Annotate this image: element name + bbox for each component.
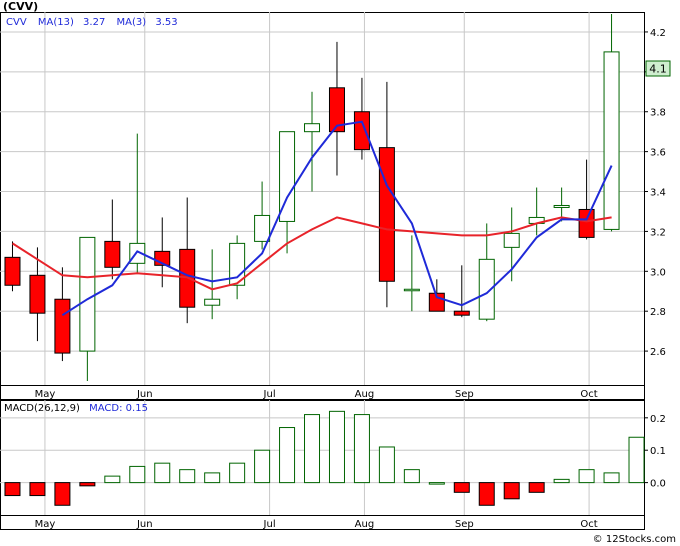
candle-body-up [79, 236, 96, 352]
price-x-tick-label: Jul [263, 389, 276, 400]
macd-bar-positive [179, 469, 196, 484]
price-y-tick-label: 4.2 [650, 28, 666, 39]
legend-ma3-label: MA(3) [117, 17, 147, 28]
macd-bar-positive [603, 472, 620, 484]
legend-ma13-value: 3.27 [83, 17, 105, 28]
macd-bar-positive [378, 446, 395, 484]
macd-bar-positive [403, 469, 420, 484]
candle-body-up [403, 288, 420, 292]
candle-body-up [254, 214, 271, 242]
macd-bar-positive [204, 472, 221, 484]
macd-x-tick-label: Sep [455, 519, 474, 530]
macd-bar-negative [478, 482, 495, 506]
price-x-tick-label: May [35, 389, 56, 400]
last-price-badge: 4.1 [649, 63, 667, 76]
macd-bar-positive [154, 462, 171, 484]
price-x-tick-label: Oct [580, 389, 597, 400]
macd-bar-positive [229, 462, 246, 484]
price-x-tick-label: Jun [136, 389, 153, 400]
price-y-tick-label: 3.6 [650, 148, 666, 159]
macd-bar-positive [328, 410, 345, 484]
macd-x-tick-label: Aug [355, 519, 375, 530]
candle-body-down [4, 256, 21, 286]
legend-ma3-value: 3.53 [155, 17, 177, 28]
chart-title: (CVV) [3, 0, 38, 13]
price-x-tick-label: Aug [355, 389, 375, 400]
macd-legend: MACD(26,12,9) MACD: 0.15 [4, 403, 148, 414]
macd-bar-negative [503, 482, 520, 500]
macd-bar-positive [279, 427, 296, 484]
macd-x-tick-label: Jul [263, 519, 276, 530]
macd-bar-positive [553, 478, 570, 484]
macd-bar-negative [453, 482, 470, 493]
candle-body-up [304, 123, 321, 133]
macd-y-tick-label: 0.1 [650, 446, 666, 457]
macd-bar-negative [29, 482, 46, 497]
macd-bar-positive [628, 436, 645, 484]
macd-bar-negative [79, 482, 96, 487]
macd-x-tick-label: Oct [580, 519, 597, 530]
macd-bar-positive [578, 469, 595, 484]
macd-legend-label: MACD(26,12,9) [4, 403, 80, 414]
candle-body-up [503, 232, 520, 248]
macd-y-tick-label: 0.0 [650, 479, 666, 490]
candle-body-down [353, 111, 370, 151]
macd-bar-positive [129, 465, 146, 484]
candle-body-down [578, 208, 595, 238]
legend-ma13-label: MA(13) [38, 17, 74, 28]
candle-body-up [553, 204, 570, 208]
macd-legend-value: MACD: 0.15 [89, 403, 148, 414]
macd-bar-positive [304, 414, 321, 484]
candle-body-down [104, 240, 121, 268]
candle-body-down [29, 274, 46, 314]
price-y-tick-label: 3.4 [650, 188, 666, 199]
price-y-tick-label: 2.8 [650, 307, 666, 318]
price-y-tick-label: 3.0 [650, 267, 666, 278]
macd-bar-negative [54, 482, 71, 506]
candle-body-down [453, 310, 470, 316]
price-y-tick-label: 2.6 [650, 347, 666, 358]
macd-bar-positive [254, 449, 271, 484]
price-x-tick-label: Sep [455, 389, 474, 400]
price-y-tick-label: 3.2 [650, 227, 666, 238]
stock-chart: 2.62.83.03.23.43.63.84.04.2 4.1 MayJunJu… [0, 0, 680, 546]
credit-text: © 12Stocks.com [593, 534, 676, 545]
macd-bar-negative [528, 482, 545, 493]
macd-bar-positive [428, 482, 445, 485]
price-y-tick-label: 3.8 [650, 108, 666, 119]
macd-bar-negative [4, 482, 21, 497]
macd-x-tick-label: Jun [136, 519, 153, 530]
macd-x-tick-label: May [35, 519, 56, 530]
macd-bar-positive [104, 475, 121, 484]
candle-body-down [54, 298, 71, 354]
candle-body-up [603, 51, 620, 230]
macd-bar-positive [353, 414, 370, 484]
candle-body-down [378, 147, 395, 282]
candle-body-up [204, 298, 221, 306]
macd-y-tick-label: 0.2 [650, 414, 666, 425]
legend-series-name: CVV [6, 17, 27, 28]
